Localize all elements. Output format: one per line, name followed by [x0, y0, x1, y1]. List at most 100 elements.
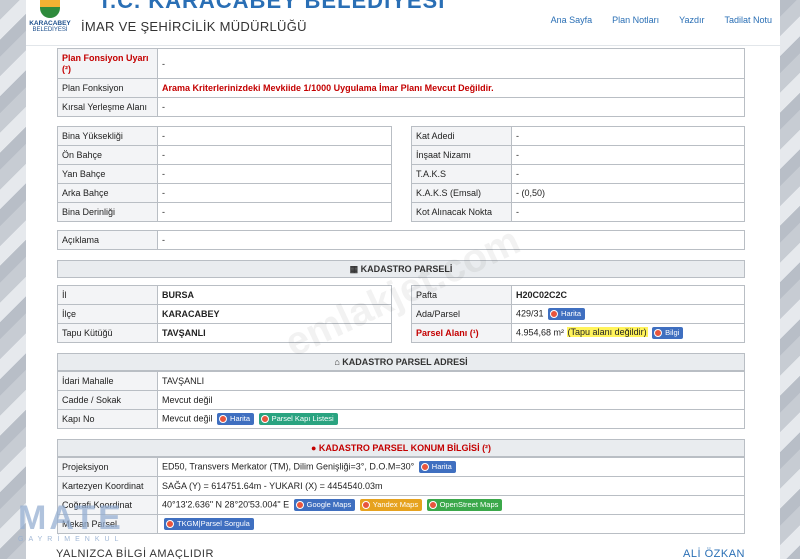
block-parcel-map-button[interactable]: Harita: [548, 308, 586, 320]
author-name: ALİ ÖZKAN: [683, 548, 745, 559]
block-parcel-map-label: Harita: [561, 309, 582, 318]
table-row: Tapu Kütüğü TAVŞANLI: [57, 323, 392, 343]
construction-order-value: -: [511, 145, 745, 165]
parcel-area-note: (Tapu alanı değildir): [566, 327, 648, 338]
rural-area-value: -: [157, 97, 745, 117]
parcel-area-info-button[interactable]: Bilgi: [652, 327, 684, 339]
plan-function-value: Arama Kriterlerinizdeki Mevkiide 1/1000 …: [157, 78, 745, 98]
table-row: İnşaat Nizamı -: [411, 145, 745, 165]
rear-garden-value: -: [157, 183, 392, 203]
table-row: Pafta H20C02C2C: [411, 285, 745, 305]
plan-warning-value: -: [157, 48, 745, 79]
map-pin-icon: [361, 501, 370, 509]
spatial-parcel-cell: TKGM|Parsel Sorgula: [157, 514, 745, 534]
table-row: Mekan Parsel TKGM|Parsel Sorgula: [57, 514, 745, 534]
building-left-table: Bina Yüksekliği - Ön Bahçe - Yan Bahçe - Ar…: [57, 126, 392, 222]
province-value: BURSA: [157, 285, 392, 305]
description-label: Açıklama: [57, 230, 158, 250]
description-table: Açıklama -: [57, 230, 745, 250]
table-row: Kapı No Mevcut değil Harita Parsel Kapı …: [57, 409, 745, 429]
search-icon: [166, 520, 174, 528]
map-sheet-value: H20C02C2C: [511, 285, 745, 305]
kaks-label: K.A.K.S (Emsal): [411, 183, 512, 203]
table-row: Kırsal Yerleşme Alanı -: [57, 97, 745, 117]
map-pin-icon: [550, 310, 559, 318]
table-row: Kot Alınacak Nokta -: [411, 202, 745, 222]
top-nav: Ana Sayfa Plan Notları Yazdır Tadilat No…: [551, 15, 772, 25]
parcel-area-value: 4.954,68 m²: [516, 327, 565, 338]
elevation-point-label: Kot Alınacak Nokta: [411, 202, 512, 222]
door-number-cell: Mevcut değil Harita Parsel Kapı Listesi: [157, 409, 745, 429]
table-row: Ada/Parsel 429/31 Harita: [411, 304, 745, 324]
rear-garden-label: Arka Bahçe: [57, 183, 158, 203]
table-row: Kartezyen Koordinat SAĞA (Y) = 614751.64…: [57, 476, 745, 496]
openstreet-maps-label: OpenStreet Maps: [439, 500, 499, 509]
table-row: Arka Bahçe -: [57, 183, 392, 203]
table-row: K.A.K.S (Emsal) - (0,50): [411, 183, 745, 203]
yandex-maps-label: Yandex Maps: [372, 500, 419, 509]
projection-map-button[interactable]: Harita: [418, 461, 456, 473]
building-height-label: Bina Yüksekliği: [57, 126, 158, 146]
floor-count-label: Kat Adedi: [411, 126, 512, 146]
table-row: T.A.K.S -: [411, 164, 745, 184]
parcel-area-cell: 4.954,68 m² (Tapu alanı değildir) Bilgi: [511, 323, 745, 343]
google-maps-button[interactable]: Google Maps: [293, 499, 356, 511]
parcel-location-header: ● KADASTRO PARSEL KONUM BİLGİSİ (²): [57, 439, 745, 457]
table-row: Bina Yüksekliği -: [57, 126, 392, 146]
map-sheet-label: Pafta: [411, 285, 512, 305]
table-row: Parsel Alanı (¹) 4.954,68 m² (Tapu alanı…: [411, 323, 745, 343]
door-number-value: Mevcut değil: [162, 413, 213, 424]
table-row: Açıklama -: [57, 230, 745, 250]
district-label: İlçe: [57, 304, 158, 324]
openstreet-maps-button[interactable]: OpenStreet Maps: [426, 499, 503, 511]
table-row: Yan Bahçe -: [57, 164, 392, 184]
parcel-address-header: ⌂ KADASTRO PARSEL ADRESİ: [57, 353, 745, 371]
street-value: Mevcut değil: [157, 390, 745, 410]
parcel-area-info-label: Bilgi: [665, 328, 680, 337]
department-title: İMAR VE ŞEHİRCİLİK MÜDÜRLÜĞÜ: [81, 19, 307, 34]
neighborhood-value: TAVŞANLI: [157, 371, 745, 391]
header: KARACABEY BELEDİYESİ T.C. KARACABEY BELE…: [26, 0, 780, 46]
door-list-button[interactable]: Parsel Kapı Listesi: [258, 413, 338, 425]
street-label: Cadde / Sokak: [57, 390, 158, 410]
municipality-logo: KARACABEY BELEDİYESİ: [28, 0, 72, 42]
info-icon: [654, 329, 663, 337]
door-map-label: Harita: [230, 414, 251, 423]
table-row: Cadde / Sokak Mevcut değil: [57, 390, 745, 410]
building-height-value: -: [157, 126, 392, 146]
kaks-value: - (0,50): [511, 183, 745, 203]
side-garden-label: Yan Bahçe: [57, 164, 158, 184]
yandex-maps-button[interactable]: Yandex Maps: [359, 499, 423, 511]
floor-count-value: -: [511, 126, 745, 146]
geographic-value: 40°13'2.636" N 28°20'53.004" E: [162, 499, 290, 510]
brand-name: MATE: [18, 499, 124, 537]
table-row: Plan Fonsiyon Uyarı (²) -: [57, 48, 745, 79]
table-row: Ön Bahçe -: [57, 145, 392, 165]
parcel-grid-icon: ▦: [349, 264, 359, 274]
nav-amendment-note[interactable]: Tadilat Notu: [724, 15, 772, 25]
table-row: Projeksiyon ED50, Transvers Merkator (TM…: [57, 457, 745, 477]
geographic-cell: 40°13'2.636" N 28°20'53.004" E Google Ma…: [157, 495, 745, 515]
door-number-label: Kapı No: [57, 409, 158, 429]
rural-area-label: Kırsal Yerleşme Alanı: [57, 97, 158, 117]
tkgm-query-button[interactable]: TKGM|Parsel Sorgula: [164, 518, 254, 530]
home-icon: ⌂: [334, 357, 340, 367]
block-parcel-label: Ada/Parsel: [411, 304, 512, 324]
map-pin-icon: [428, 501, 437, 509]
address-table: İdari Mahalle TAVŞANLI Cadde / Sokak Mevcu…: [57, 371, 745, 429]
logo-line2: BELEDİYESİ: [32, 27, 68, 33]
nav-plan-notes[interactable]: Plan Notları: [612, 15, 659, 25]
province-label: İl: [57, 285, 158, 305]
nav-home[interactable]: Ana Sayfa: [551, 15, 593, 25]
building-depth-value: -: [157, 202, 392, 222]
door-map-button[interactable]: Harita: [217, 413, 255, 425]
cadastre-right-table: Pafta H20C02C2C Ada/Parsel 429/31 Harita …: [411, 285, 745, 343]
taks-label: T.A.K.S: [411, 164, 512, 184]
plan-function-label: Plan Fonksiyon: [57, 78, 158, 98]
nav-print[interactable]: Yazdır: [679, 15, 704, 25]
building-depth-label: Bina Derinliği: [57, 202, 158, 222]
front-garden-value: -: [157, 145, 392, 165]
table-row: İlçe KARACABEY: [57, 304, 392, 324]
logo-line1: KARACABEY: [29, 20, 71, 27]
map-pin-icon: [295, 501, 304, 509]
